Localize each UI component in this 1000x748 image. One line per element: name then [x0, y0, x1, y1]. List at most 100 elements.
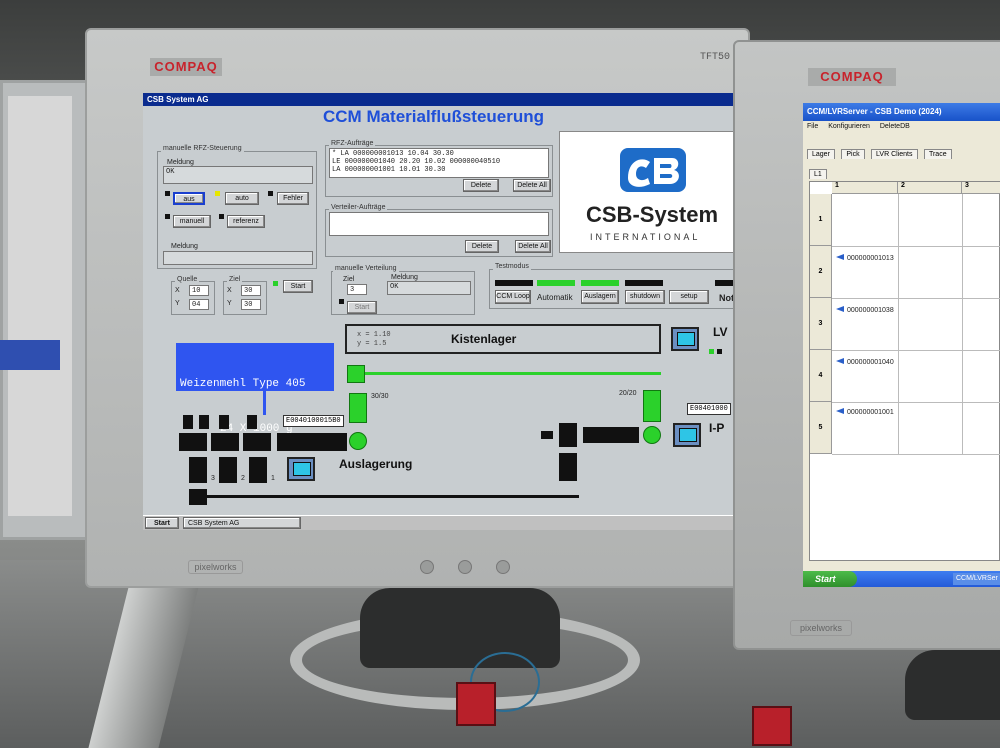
storage-block	[243, 433, 271, 451]
rfz-orders-label: RFZ-Aufträge	[329, 140, 376, 147]
conveyor-line	[365, 372, 661, 375]
ccm-loop-button[interactable]: CCM Loop	[495, 290, 531, 304]
main-screen: CSB System AG CCM Materialflußsteuerung …	[143, 93, 737, 530]
setup-button[interactable]: setup	[669, 290, 709, 304]
tab-l1[interactable]: L1	[809, 169, 827, 179]
subtab-bar: L1	[809, 163, 829, 181]
device-box	[752, 706, 792, 746]
csb-logo-subtitle: INTERNATIONAL	[590, 232, 701, 242]
grid-cell-item[interactable]: 000000001001	[836, 408, 894, 416]
order-line[interactable]: LE 000000001040 20.20 10.02 000000040510	[332, 158, 546, 166]
grid-cell-label: 000000001001	[847, 409, 894, 416]
quelle-y-label: Y	[175, 300, 180, 307]
status-indicator	[717, 349, 722, 354]
tab-lager[interactable]: Lager	[807, 149, 835, 159]
grid-line	[962, 194, 963, 454]
status-indicator	[273, 281, 278, 286]
storage-block	[219, 415, 229, 429]
grid-line	[832, 246, 1000, 247]
storage-block	[541, 431, 553, 439]
manuell-button[interactable]: manuell	[173, 215, 211, 228]
menu-konfigurieren[interactable]: Konfigurieren	[828, 123, 870, 130]
delete-all-button[interactable]: Delete All	[515, 240, 551, 253]
menu-deletedb[interactable]: DeleteDB	[880, 123, 910, 130]
grid-cell-item[interactable]: 000000001013	[836, 254, 894, 262]
testmodus-label: Testmodus	[493, 263, 531, 270]
lane-block	[219, 457, 237, 483]
rfz-control-label: manuelle RFZ-Steuerung	[161, 145, 244, 152]
start-button[interactable]: Start	[283, 280, 313, 293]
status-indicator	[165, 191, 170, 196]
product-panel: Weizenmehl Type 405 24 X 1000 g	[176, 343, 334, 435]
aus-button[interactable]: aus	[173, 192, 205, 205]
csb-logo-box: CSB-System INTERNATIONAL	[559, 131, 737, 253]
menu-file[interactable]: File	[807, 123, 818, 130]
delete-all-button[interactable]: Delete All	[513, 179, 551, 192]
verteiler-orders-list[interactable]	[329, 212, 549, 236]
verteiler-orders-label: Verteiler-Aufträge	[329, 204, 388, 211]
fehler-button[interactable]: Fehler	[277, 192, 309, 205]
status-indicator	[625, 280, 663, 286]
delete-button[interactable]: Delete	[463, 179, 499, 192]
grid-line	[832, 402, 1000, 403]
rfz-orders-list[interactable]: * LA 000000001013 10.04 30.30 LE 0000000…	[329, 148, 549, 178]
ziel-y-label: Y	[227, 300, 232, 307]
row-header: 3	[810, 298, 832, 350]
shutdown-button[interactable]: shutdown	[625, 290, 665, 304]
device-box	[456, 682, 496, 726]
monitor-stand	[905, 650, 1000, 720]
monitor-button[interactable]	[458, 560, 472, 574]
computer-icon[interactable]	[671, 327, 699, 351]
kisten-coord-y: y = 1.5	[357, 340, 387, 348]
column-header: 1	[832, 182, 898, 194]
quelle-y-input[interactable]: 04	[189, 299, 209, 310]
right-screen: CCM/LVRServer - CSB Demo (2024) File Kon…	[803, 103, 1000, 587]
box-icon	[836, 254, 844, 260]
main-monitor-badge: pixelworks	[188, 560, 243, 574]
ziel-x-input[interactable]: 30	[241, 285, 261, 296]
start-button[interactable]: Start	[145, 517, 179, 529]
start-button[interactable]: Start	[803, 571, 857, 587]
computer-icon[interactable]	[287, 457, 315, 481]
referenz-button[interactable]: referenz	[227, 215, 265, 228]
grid-cell-item[interactable]: 000000001040	[836, 358, 894, 366]
taskbar-app-button[interactable]: CCM/LVRSer	[953, 573, 1000, 585]
grid-cell-label: 000000001040	[847, 359, 894, 366]
storage-block	[183, 415, 193, 429]
row-header: 5	[810, 402, 832, 454]
ziel-input[interactable]: 3	[347, 284, 367, 295]
grid-line	[832, 454, 1000, 455]
quelle-x-input[interactable]: 10	[189, 285, 209, 296]
monitor-button[interactable]	[496, 560, 510, 574]
order-line[interactable]: * LA 000000001013 10.04 30.30	[332, 150, 546, 158]
box-icon	[836, 306, 844, 312]
meldung2-label: Meldung	[171, 243, 198, 250]
order-line[interactable]: LA 000000001001 10.01 30.30	[332, 166, 546, 174]
sensor-dot	[643, 426, 661, 444]
computer-icon[interactable]	[673, 423, 701, 447]
kistenlager-label: Kistenlager	[451, 332, 517, 346]
grid-cell-item[interactable]: 000000001038	[836, 306, 894, 314]
column-header: 2	[898, 182, 962, 194]
start-button[interactable]: Start	[347, 301, 377, 314]
kisten-coord-x: x = 1.10	[357, 331, 391, 339]
meldung-field: OK	[387, 281, 471, 295]
lift-block	[643, 390, 661, 422]
ziel-y-input[interactable]: 30	[241, 299, 261, 310]
auto-button[interactable]: auto	[225, 192, 259, 205]
status-indicator	[219, 214, 224, 219]
grid-cell-label: 000000001013	[847, 255, 894, 262]
storage-block	[199, 415, 209, 429]
ean-label-right: E00401000	[687, 403, 731, 415]
tab-bar: Lager Pick LVR Clients Trace	[807, 143, 954, 161]
delete-button[interactable]: Delete	[465, 240, 499, 253]
auslagern-button[interactable]: Auslagern	[581, 290, 619, 304]
monitor-button[interactable]	[420, 560, 434, 574]
taskbar-app-button[interactable]: CSB System AG	[183, 517, 301, 529]
taskbar: Start CSB System AG	[143, 515, 737, 530]
tab-pick[interactable]: Pick	[841, 149, 865, 159]
status-indicator	[268, 191, 273, 196]
window-titlebar: CCM/LVRServer - CSB Demo (2024)	[803, 103, 1000, 121]
tab-lvr-clients[interactable]: LVR Clients	[871, 149, 918, 159]
tab-trace[interactable]: Trace	[923, 149, 952, 159]
